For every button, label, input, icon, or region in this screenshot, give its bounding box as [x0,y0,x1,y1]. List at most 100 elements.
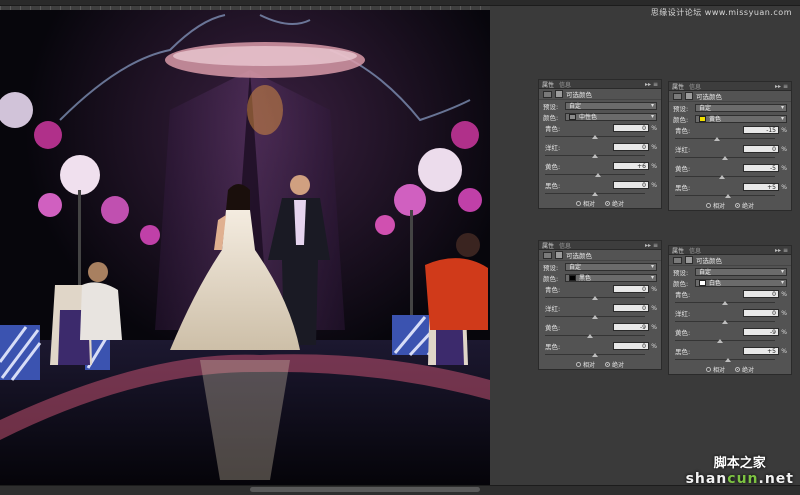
panel-menu-icon[interactable]: ▸▸ ≡ [645,242,658,249]
color-dropdown[interactable]: 中性色 [565,112,657,121]
tab-info[interactable]: 信息 [689,246,701,255]
slider-value-field[interactable]: -15 [743,126,779,134]
absolute-radio[interactable]: 绝对 [735,365,754,374]
slider-thumb[interactable] [592,135,598,139]
slider-value-field[interactable]: 0 [613,143,649,151]
slider-track[interactable] [675,192,775,199]
slider-group: 青色: 0% [539,122,661,141]
slider-thumb[interactable] [722,156,728,160]
slider-thumb[interactable] [595,173,601,177]
slider-value-field[interactable]: 0 [613,124,649,132]
absolute-radio[interactable]: 绝对 [605,199,624,208]
layer-mask-icon[interactable] [685,92,693,100]
tab-properties[interactable]: 属性 [672,82,684,91]
percent-unit: % [651,342,657,350]
slider-track[interactable] [675,356,775,363]
tab-info[interactable]: 信息 [689,82,701,91]
slider-value-field[interactable]: -9 [743,328,779,336]
layer-mask-icon[interactable] [555,90,563,98]
panel-menu-icon[interactable]: ▸▸ ≡ [645,81,658,88]
slider-track[interactable] [545,313,645,320]
adjustment-layer-icon [543,251,552,259]
slider-value-field[interactable]: -5 [743,164,779,172]
slider-track[interactable] [545,351,645,358]
color-row: 颜色: 白色 [669,277,791,288]
preset-dropdown[interactable]: 自定 [695,103,787,112]
percent-unit: % [651,323,657,331]
color-dropdown[interactable]: 白色 [695,278,787,287]
watermark-logo: 脚本之家 shancun.net [686,452,794,487]
slider-track[interactable] [545,294,645,301]
slider-thumb[interactable] [725,358,731,362]
tab-info[interactable]: 信息 [559,80,571,89]
slider-track[interactable] [675,135,775,142]
slider-track[interactable] [675,299,775,306]
slider-label: 青色: [545,125,561,133]
tab-info[interactable]: 信息 [559,241,571,250]
slider-track[interactable] [545,332,645,339]
slider-track[interactable] [545,190,645,197]
slider-value-field[interactable]: 0 [613,181,649,189]
selective-color-panel-neutrals: 属性信息▸▸ ≡可选颜色预设:自定颜色:中性色青色:0%洋红:0%黄色:+6%黑… [538,79,662,209]
percent-unit: % [651,181,657,189]
slider-thumb[interactable] [592,296,598,300]
slider-value-field[interactable]: 0 [743,290,779,298]
layer-mask-icon[interactable] [555,251,563,259]
slider-thumb[interactable] [725,194,731,198]
preset-dropdown[interactable]: 自定 [695,267,787,276]
slider-thumb[interactable] [722,320,728,324]
color-swatch [569,274,576,281]
color-dropdown[interactable]: 黄色 [695,114,787,123]
relative-radio[interactable]: 相对 [705,201,725,210]
slider-value-field[interactable]: 0 [743,309,779,317]
slider-track[interactable] [675,173,775,180]
slider-thumb[interactable] [714,137,720,141]
slider-track[interactable] [675,318,775,325]
slider-thumb[interactable] [587,334,593,338]
slider-value-field[interactable]: +5 [743,347,779,355]
slider-thumb[interactable] [592,353,598,357]
preset-dropdown[interactable]: 自定 [565,262,657,271]
watermark-part-c: .net [758,471,794,487]
tab-properties[interactable]: 属性 [542,241,554,250]
slider-value-field[interactable]: +5 [743,183,779,191]
slider-thumb[interactable] [717,339,723,343]
layer-mask-icon[interactable] [685,256,693,264]
relative-radio[interactable]: 相对 [705,365,725,374]
slider-thumb[interactable] [719,175,725,179]
horizontal-scrollbar[interactable] [250,487,480,492]
preset-dropdown[interactable]: 自定 [565,101,657,110]
slider-value-field[interactable]: 0 [613,304,649,312]
slider-value-field[interactable]: -9 [613,323,649,331]
tab-properties[interactable]: 属性 [672,246,684,255]
slider-track[interactable] [545,152,645,159]
percent-unit: % [781,328,787,336]
slider-value-field[interactable]: +6 [613,162,649,170]
slider-thumb[interactable] [592,192,598,196]
slider-label: 青色: [675,291,691,299]
preset-label: 预设: [673,104,689,113]
slider-thumb[interactable] [722,301,728,305]
slider-track[interactable] [675,154,775,161]
percent-unit: % [651,143,657,151]
slider-track[interactable] [675,337,775,344]
color-row: 颜色: 黄色 [669,113,791,124]
relative-radio[interactable]: 相对 [575,360,595,369]
panel-menu-icon[interactable]: ▸▸ ≡ [775,83,788,90]
absolute-radio[interactable]: 绝对 [735,201,754,210]
slider-value-field[interactable]: 0 [613,342,649,350]
document-canvas[interactable] [0,10,490,485]
percent-unit: % [781,164,787,172]
slider-thumb[interactable] [592,315,598,319]
relative-radio[interactable]: 相对 [575,199,595,208]
slider-track[interactable] [545,171,645,178]
slider-value-field[interactable]: 0 [613,285,649,293]
slider-thumb[interactable] [592,154,598,158]
panel-menu-icon[interactable]: ▸▸ ≡ [775,247,788,254]
slider-value-field[interactable]: 0 [743,145,779,153]
preset-label: 预设: [543,263,559,272]
slider-track[interactable] [545,133,645,140]
color-dropdown[interactable]: 黑色 [565,273,657,282]
absolute-radio[interactable]: 绝对 [605,360,624,369]
tab-properties[interactable]: 属性 [542,80,554,89]
